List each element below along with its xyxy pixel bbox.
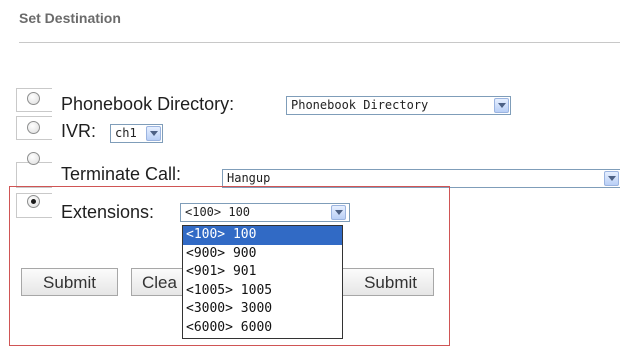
- submit-button-secondary[interactable]: Submit: [336, 268, 434, 296]
- label-terminate: Terminate Call:: [61, 164, 182, 184]
- section-title: Set Destination: [19, 10, 121, 26]
- phonebook-select[interactable]: Phonebook Directory: [286, 96, 511, 115]
- submit-button[interactable]: Submit: [21, 268, 118, 296]
- extensions-select-value: <100> 100: [185, 205, 251, 219]
- dropdown-option[interactable]: <6000> 6000: [183, 319, 342, 338]
- label-extensions: Extensions:: [61, 202, 155, 222]
- label-phonebook: Phonebook Directory:: [61, 94, 235, 114]
- dropdown-option[interactable]: <900> 900: [183, 245, 342, 264]
- dropdown-option[interactable]: <901> 901: [183, 263, 342, 282]
- chevron-down-icon[interactable]: [494, 98, 509, 113]
- radio-terminate[interactable]: [27, 152, 40, 165]
- extensions-select[interactable]: <100> 100: [180, 203, 350, 222]
- radio-phonebook[interactable]: [27, 92, 40, 105]
- dropdown-option[interactable]: <100> 100: [183, 226, 342, 245]
- section-divider: [19, 42, 620, 43]
- chevron-down-icon[interactable]: [331, 205, 346, 220]
- dropdown-option[interactable]: <1005> 1005: [183, 282, 342, 301]
- dropdown-option[interactable]: <3000> 3000: [183, 300, 342, 319]
- label-ivr: IVR:: [61, 121, 97, 141]
- chevron-down-icon[interactable]: [604, 171, 619, 186]
- extensions-dropdown-list[interactable]: <100> 100 <900> 900 <901> 901 <1005> 100…: [182, 225, 343, 339]
- row-frame-terminate: [16, 162, 52, 188]
- ivr-select-value: ch1: [115, 126, 137, 140]
- phonebook-select-value: Phonebook Directory: [291, 98, 429, 112]
- radio-ivr[interactable]: [27, 121, 40, 134]
- chevron-down-icon[interactable]: [146, 126, 161, 141]
- terminate-select-value: Hangup: [227, 171, 271, 185]
- ivr-select[interactable]: ch1: [110, 124, 163, 143]
- radio-extensions[interactable]: [27, 195, 40, 208]
